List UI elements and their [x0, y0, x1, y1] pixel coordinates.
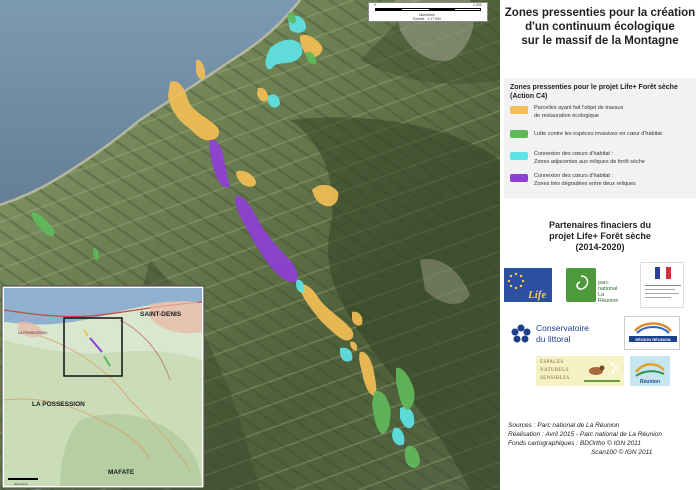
parc-name-line: parc national: [598, 280, 618, 292]
conservatoire-littoral-logo[interactable]: Conservatoire du littoral: [510, 320, 610, 350]
partners-title: Partenaires finaciers du projet Life+ Fo…: [500, 220, 700, 253]
legend-line: Lutte contre les espèces invasives en cœ…: [534, 131, 662, 137]
sources-credits: Sources : Parc national de La Réunion Ré…: [508, 421, 698, 457]
legend-line: de restauration écologique: [534, 113, 599, 119]
legend-title-line: Zones pressenties pour le projet Life+ F…: [510, 84, 678, 91]
legend-title: Zones pressenties pour le projet Life+ F…: [510, 83, 692, 101]
source-line: Fonds cartographiques : BDOrtho © IGN 20…: [508, 440, 641, 447]
inset-scale-unit: kilomètres: [14, 482, 28, 486]
legend-item-restoration: Parcelles ayant fait l'objet de travaux …: [534, 104, 694, 120]
departement-reunion-logo[interactable]: Réunion: [630, 356, 670, 386]
conservatoire-name: Conservatoire du littoral: [536, 323, 589, 345]
legend-line: Zones adjacentes aux reliques de forêt s…: [534, 159, 645, 165]
region-reunion-text: RÉGION RÉUNION: [635, 337, 670, 342]
legend-item-invasive: Lutte contre les espèces invasives en cœ…: [534, 130, 694, 138]
legend-line: Connexion des cœurs d'habitat :: [534, 173, 614, 179]
inset-place-saint-denis: SAINT-DENIS: [140, 311, 182, 318]
map-title-line: sur le massif de la Montagne: [521, 35, 679, 47]
region-reunion-logo[interactable]: RÉGION RÉUNION: [624, 316, 680, 350]
legend: Zones pressenties pour le projet Life+ F…: [504, 78, 696, 198]
espaces-naturels-sensibles-logo[interactable]: ESPACES NATURELS SENSIBLES: [536, 356, 624, 386]
ens-name-line: ESPACES: [540, 360, 564, 365]
ens-name-line: NATURELS: [540, 368, 569, 373]
parc-national-emblem: [566, 268, 596, 302]
inset-place-la-possession: LA POSSESSION: [32, 401, 85, 408]
inset-place-mafate: MAFATE: [108, 469, 135, 476]
cons-name-line: du littoral: [536, 334, 571, 344]
conservatoire-emblem-icon: [511, 324, 531, 343]
map-title-line: Zones pressenties pour la création: [504, 7, 696, 19]
legend-item-degraded: Connexion des cœurs d'habitat : Zones tr…: [534, 172, 694, 188]
parc-national-name: parc national La Réunion: [598, 280, 626, 304]
legend-line: Zones très dégradées entre deux reliques: [534, 181, 636, 187]
source-line: Réalisation : Avril 2015 - Parc national…: [508, 431, 662, 438]
legend-line: Connexion des cœurs d'habitat :: [534, 151, 614, 157]
map-title: Zones pressenties pour la création d'un …: [500, 6, 700, 48]
legend-swatch-restoration: [510, 106, 528, 114]
partners-title-line: projet Life+ Forêt sèche: [549, 231, 651, 241]
scale-bar: 0 1,000 kilomètres Echelle : 1:17 500: [368, 2, 488, 22]
side-panel: Zones pressenties pour la création d'un …: [500, 0, 700, 490]
parc-national-logo[interactable]: parc national La Réunion: [566, 268, 626, 304]
ens-name-line: SENSIBLES: [540, 376, 570, 381]
partners-title-line: (2014-2020): [575, 242, 625, 252]
legend-item-adjacent: Connexion des cœurs d'habitat : Zones ad…: [534, 150, 694, 166]
legend-swatch-adjacent: [510, 152, 528, 160]
legend-swatch-degraded: [510, 174, 528, 182]
eu-life-text: Life: [527, 289, 546, 301]
parc-name-line: La Réunion: [598, 292, 619, 304]
bird-icon: [584, 362, 620, 382]
legend-swatch-invasive: [510, 130, 528, 138]
reunion-text: Réunion: [640, 379, 660, 385]
legend-line: Parcelles ayant fait l'objet de travaux: [534, 105, 624, 111]
scale-bar-graphic: [375, 8, 481, 11]
locator-inset-map[interactable]: SAINT-DENIS LA POSSESSION MAFATE LA POSS…: [1, 285, 205, 489]
eu-life-logo[interactable]: Life: [504, 268, 552, 302]
aerial-map[interactable]: SAINT-DENIS LA POSSESSION MAFATE LA POSS…: [0, 0, 500, 490]
cons-name-line: Conservatoire: [536, 323, 589, 333]
inset-place-la-possession-small: LA POSSESSION: [18, 331, 47, 335]
source-line: Scan100 © IGN 2011: [591, 449, 653, 456]
source-line: Sources : Parc national de La Réunion: [508, 422, 620, 429]
legend-title-line: (Action C4): [510, 93, 548, 100]
prefet-region-logo[interactable]: [640, 262, 684, 308]
partners-title-line: Partenaires finaciers du: [548, 220, 652, 230]
scale-ratio: Echelle : 1:17 500: [413, 17, 442, 21]
ens-name: ESPACES NATURELS SENSIBLES: [540, 359, 570, 383]
map-title-line: d'un continuum écologique: [525, 21, 675, 33]
scale-label-end: 1,000: [473, 3, 482, 7]
scale-label-start: 0: [374, 3, 376, 7]
